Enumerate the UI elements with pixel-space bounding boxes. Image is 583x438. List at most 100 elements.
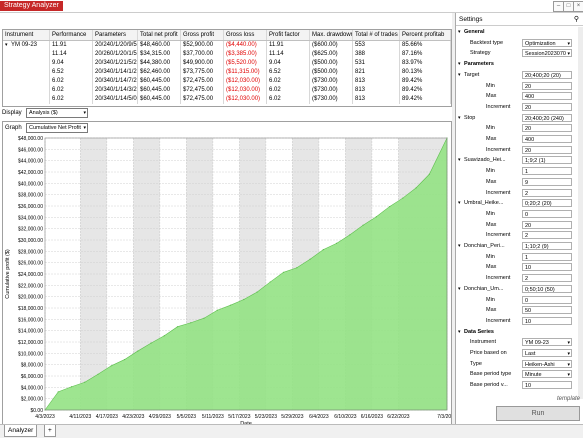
column-header[interactable]: Percent profitab — [400, 30, 451, 40]
settings-value-field[interactable]: 50 — [522, 306, 572, 315]
settings-row[interactable]: Min 20 — [456, 81, 583, 91]
column-header[interactable]: Total # of trades — [353, 30, 400, 40]
settings-value-field[interactable]: 2 — [522, 274, 572, 283]
table-row[interactable]: 6.02 20/340/1/14/7/2 $60,445.00 $72,475.00(… — [3, 77, 451, 86]
settings-value-field[interactable]: 0 — [522, 209, 572, 218]
collapse-icon[interactable]: ▾ — [458, 27, 461, 37]
pin-icon[interactable]: ⚲ — [574, 14, 579, 25]
collapse-icon[interactable]: ▾ — [458, 284, 461, 294]
settings-value-field[interactable]: 1 — [522, 167, 572, 176]
settings-row[interactable]: ▾ Target 20;400;20 (20) — [456, 70, 583, 80]
settings-value-field[interactable]: 20 — [522, 220, 572, 229]
settings-row[interactable]: ▾ Donchian_Um... 0;50;10 (50) — [456, 284, 583, 294]
settings-value-field[interactable]: 20;400;20 (20) — [522, 70, 572, 79]
collapse-icon[interactable]: ▾ — [458, 198, 461, 208]
settings-row[interactable]: Max 10 — [456, 262, 583, 272]
settings-row[interactable]: Max 400 — [456, 91, 583, 101]
template-link[interactable]: template — [557, 396, 580, 402]
close-icon[interactable]: × — [573, 1, 583, 12]
add-tab-button[interactable]: + — [44, 425, 56, 437]
table-row[interactable]: YM 09-23 11.91 20/240/1/20/9/5 $48,460.00 $5… — [3, 41, 451, 50]
tab-analyzer[interactable]: Analyzer — [4, 425, 38, 437]
settings-value-field[interactable]: 2 — [522, 231, 572, 240]
collapse-icon[interactable]: ▾ — [458, 155, 461, 165]
run-button[interactable]: Run — [496, 406, 580, 421]
settings-value-field[interactable]: 10 — [522, 381, 572, 390]
settings-dropdown[interactable]: YM 09-23 — [522, 338, 572, 347]
settings-category[interactable]: ▾ General — [456, 27, 583, 37]
settings-row[interactable]: Increment 20 — [456, 102, 583, 112]
collapse-icon[interactable]: ▾ — [458, 327, 461, 337]
settings-row[interactable]: Increment 20 — [456, 145, 583, 155]
settings-row[interactable]: ▾ Suavizado_Hei... 1;9;2 (1) — [456, 155, 583, 165]
column-header[interactable]: Gross profit — [181, 30, 224, 40]
expand-icon[interactable]: ▾ — [5, 41, 8, 50]
column-header[interactable]: Profit factor — [267, 30, 310, 40]
collapse-icon[interactable]: ▾ — [458, 113, 461, 123]
table-row[interactable]: 6.02 20/340/1/14/3/2 $60,445.00 $72,475.00(… — [3, 86, 451, 95]
settings-dropdown[interactable]: Last — [522, 349, 572, 357]
settings-value-field[interactable]: 0 — [522, 295, 572, 304]
settings-category[interactable]: ▾ Data Series — [456, 327, 583, 337]
settings-value-field[interactable]: 10 — [522, 316, 572, 325]
settings-row[interactable]: Increment 2 — [456, 273, 583, 283]
settings-value-field[interactable]: 20 — [522, 145, 572, 154]
column-header[interactable]: Total net profit — [138, 30, 181, 40]
collapse-icon[interactable]: ▾ — [458, 241, 461, 251]
settings-value-field[interactable]: 10 — [522, 263, 572, 272]
column-header[interactable]: Gross loss — [224, 30, 267, 40]
graph-select[interactable]: Cumulative Net Profit ▾ — [26, 123, 88, 133]
settings-row[interactable]: Base period type Minute — [456, 369, 583, 379]
table-row[interactable]: 6.52 20/340/1/14/1/2 $62,460.00 $73,775.00(… — [3, 68, 451, 77]
settings-row[interactable]: Max 20 — [456, 220, 583, 230]
column-header[interactable]: Performance — [50, 30, 93, 40]
table-row[interactable]: 11.14 20/260/1/20/1/5 $34,315.00 $37,700.00… — [3, 50, 451, 59]
settings-dropdown[interactable]: Optimization — [522, 38, 572, 47]
settings-row[interactable]: ▾ Stop 20;400;20 (240) — [456, 113, 583, 123]
settings-row[interactable]: Strategy Session2023070 — [456, 48, 583, 58]
settings-row[interactable]: Min 1 — [456, 166, 583, 176]
settings-row[interactable]: Instrument YM 09-23 — [456, 337, 583, 347]
settings-row[interactable]: Increment 2 — [456, 188, 583, 198]
settings-category[interactable]: ▾ Parameters — [456, 59, 583, 69]
collapse-icon[interactable]: ▾ — [458, 59, 461, 69]
settings-dropdown[interactable]: Heiken-Ashi — [522, 359, 572, 368]
settings-row[interactable]: Type Heiken-Ashi — [456, 359, 583, 369]
settings-dropdown[interactable]: Session2023070 — [522, 49, 572, 58]
settings-value-field[interactable]: 1 — [522, 252, 572, 261]
settings-row[interactable]: Min 1 — [456, 252, 583, 262]
collapse-icon[interactable]: ▾ — [458, 70, 461, 80]
settings-value-field[interactable]: 1;10;2 (9) — [522, 242, 572, 250]
settings-row[interactable]: Increment 10 — [456, 316, 583, 326]
settings-dropdown[interactable]: Minute — [522, 370, 572, 379]
settings-scrollbar[interactable] — [578, 27, 583, 399]
settings-row[interactable]: ▾ Donchian_Peri... 1;10;2 (9) — [456, 241, 583, 251]
settings-value-field[interactable]: 1;9;2 (1) — [522, 156, 572, 165]
settings-value-field[interactable]: 20 — [522, 102, 572, 111]
settings-row[interactable]: Max 9 — [456, 177, 583, 187]
settings-row[interactable]: Min 20 — [456, 123, 583, 133]
settings-value-field[interactable]: 20;400;20 (240) — [522, 113, 572, 122]
settings-value-field[interactable]: 9 — [522, 177, 572, 186]
settings-row[interactable]: ▾ Umbral_Heike... 0;20;2 (20) — [456, 198, 583, 208]
display-select[interactable]: Analysis ($) ▾ — [26, 108, 88, 118]
settings-value-field[interactable]: 400 — [522, 92, 572, 101]
settings-value-field[interactable]: 0;50;10 (50) — [522, 284, 572, 293]
settings-row[interactable]: Min 0 — [456, 209, 583, 219]
settings-row[interactable]: Price based on Last — [456, 348, 583, 358]
settings-row[interactable]: Min 0 — [456, 295, 583, 305]
settings-row[interactable]: Increment 2 — [456, 230, 583, 240]
settings-value-field[interactable]: 400 — [522, 135, 572, 143]
settings-value-field[interactable]: 0;20;2 (20) — [522, 199, 572, 208]
settings-row[interactable]: Base period v... 10 — [456, 380, 583, 390]
settings-row[interactable]: Max 400 — [456, 134, 583, 144]
column-header[interactable]: Parameters — [93, 30, 138, 40]
settings-value-field[interactable]: 20 — [522, 124, 572, 133]
settings-row[interactable]: Max 50 — [456, 305, 583, 315]
settings-row[interactable]: Backtest type Optimization — [456, 38, 583, 48]
column-header[interactable]: Max. drawdown — [310, 30, 353, 40]
settings-value-field[interactable]: 20 — [522, 81, 572, 90]
results-grid[interactable]: Instrument Performance Parameters Total net… — [2, 29, 452, 107]
table-row[interactable]: 6.02 20/340/1/14/5/0 $60,445.00 $72,475.00(… — [3, 95, 451, 104]
table-row[interactable]: 9.04 20/340/1/21/5/2 $44,380.00 $49,900.00(… — [3, 59, 451, 68]
